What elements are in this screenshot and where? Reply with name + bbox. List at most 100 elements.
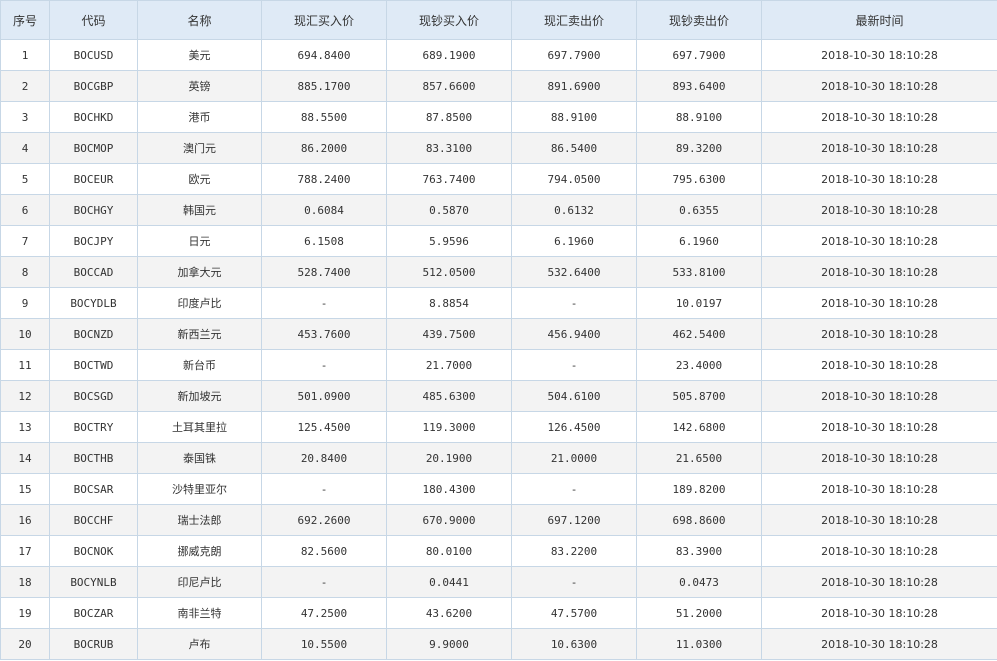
spot-sell-cell: - [511, 566, 637, 598]
table-row[interactable]: 14 BOCTHB 泰国铢 20.8400 20.1900 21.0000 21.6500 2… [0, 442, 997, 474]
name-cell[interactable]: 欧元 [137, 163, 262, 195]
table-row[interactable]: 8 BOCCAD 加拿大元 528.7400 512.0500 532.6400 533.8… [0, 256, 997, 288]
cash-sell-cell: 893.6400 [636, 70, 762, 102]
spot-sell-cell: 532.6400 [511, 256, 637, 288]
cash-sell-cell: 51.2000 [636, 597, 762, 629]
code-cell[interactable]: BOCYNLB [49, 566, 138, 598]
name-cell[interactable]: 澳门元 [137, 132, 262, 164]
name-cell[interactable]: 瑞士法郎 [137, 504, 262, 536]
code-cell[interactable]: BOCEUR [49, 163, 138, 195]
name-cell[interactable]: 南非兰特 [137, 597, 262, 629]
code-cell[interactable]: BOCZAR [49, 597, 138, 629]
column-header-spot-buy[interactable]: 现汇买入价 [261, 0, 387, 40]
spot-sell-cell: 0.6132 [511, 194, 637, 226]
name-cell[interactable]: 新台币 [137, 349, 262, 381]
cash-buy-cell: 20.1900 [386, 442, 512, 474]
table-row[interactable]: 16 BOCCHF 瑞士法郎 692.2600 670.9000 697.1200 698.… [0, 504, 997, 536]
code-cell[interactable]: BOCHKD [49, 101, 138, 133]
code-cell[interactable]: BOCCHF [49, 504, 138, 536]
table-row[interactable]: 12 BOCSGD 新加坡元 501.0900 485.6300 504.6100 505.… [0, 380, 997, 412]
code-cell[interactable]: BOCSAR [49, 473, 138, 505]
name-cell[interactable]: 美元 [137, 39, 262, 71]
index-cell: 9 [0, 287, 50, 319]
name-cell[interactable]: 新西兰元 [137, 318, 262, 350]
name-cell[interactable]: 沙特里亚尔 [137, 473, 262, 505]
table-row[interactable]: 13 BOCTRY 土耳其里拉 125.4500 119.3000 126.4500 142… [0, 411, 997, 443]
cash-sell-cell: 462.5400 [636, 318, 762, 350]
table-row[interactable]: 17 BOCNOK 挪威克朗 82.5600 80.0100 83.2200 83.3900… [0, 535, 997, 567]
name-cell[interactable]: 港币 [137, 101, 262, 133]
spot-buy-cell: - [261, 473, 387, 505]
name-cell[interactable]: 新加坡元 [137, 380, 262, 412]
index-cell: 19 [0, 597, 50, 629]
index-cell: 20 [0, 628, 50, 660]
column-header-time[interactable]: 最新时间 [761, 0, 997, 40]
name-cell[interactable]: 挪威克朗 [137, 535, 262, 567]
cash-buy-cell: 439.7500 [386, 318, 512, 350]
cash-buy-cell: 5.9596 [386, 225, 512, 257]
code-cell[interactable]: BOCJPY [49, 225, 138, 257]
table-row[interactable]: 11 BOCTWD 新台币 -21.7000-23.4000 2018-10-30 18… [0, 349, 997, 381]
table-row[interactable]: 1 BOCUSD 美元 694.8400 689.1900 697.7900 697.790… [0, 39, 997, 71]
code-cell[interactable]: BOCTRY [49, 411, 138, 443]
cash-sell-cell: 89.3200 [636, 132, 762, 164]
column-header-code[interactable]: 代码 [49, 0, 138, 40]
code-cell[interactable]: BOCHGY [49, 194, 138, 226]
table-row[interactable]: 3 BOCHKD 港币 88.5500 87.8500 88.9100 88.9100 201… [0, 101, 997, 133]
table-row[interactable]: 4 BOCMOP 澳门元 86.2000 83.3100 86.5400 89.3200 20… [0, 132, 997, 164]
table-row[interactable]: 9 BOCYDLB 印度卢比 -8.8854-10.0197 2018-10-30 18… [0, 287, 997, 319]
table-row[interactable]: 10 BOCNZD 新西兰元 453.7600 439.7500 456.9400 462.… [0, 318, 997, 350]
name-cell[interactable]: 印尼卢比 [137, 566, 262, 598]
name-cell[interactable]: 日元 [137, 225, 262, 257]
code-cell[interactable]: BOCSGD [49, 380, 138, 412]
cash-sell-cell: 83.3900 [636, 535, 762, 567]
code-cell[interactable]: BOCNOK [49, 535, 138, 567]
time-cell: 2018-10-30 18:10:28 [761, 163, 997, 195]
spot-sell-cell: 86.5400 [511, 132, 637, 164]
table-row[interactable]: 15 BOCSAR 沙特里亚尔 -180.4300-189.8200 2018-10-3… [0, 473, 997, 505]
index-cell: 5 [0, 163, 50, 195]
cash-sell-cell: 189.8200 [636, 473, 762, 505]
cash-buy-cell: 8.8854 [386, 287, 512, 319]
spot-buy-cell: 20.8400 [261, 442, 387, 474]
column-header-index[interactable]: 序号 [0, 0, 50, 40]
index-cell: 13 [0, 411, 50, 443]
table-row[interactable]: 5 BOCEUR 欧元 788.2400 763.7400 794.0500 795.630… [0, 163, 997, 195]
code-cell[interactable]: BOCMOP [49, 132, 138, 164]
table-row[interactable]: 7 BOCJPY 日元 6.1508 5.9596 6.1960 6.1960 2018-10… [0, 225, 997, 257]
table-row[interactable]: 20 BOCRUB 卢布 10.5500 9.9000 10.6300 11.0300 201… [0, 628, 997, 660]
cash-buy-cell: 857.6600 [386, 70, 512, 102]
index-cell: 15 [0, 473, 50, 505]
name-cell[interactable]: 英镑 [137, 70, 262, 102]
table-row[interactable]: 6 BOCHGY 韩国元 0.6084 0.5870 0.6132 0.6355 2018-1… [0, 194, 997, 226]
name-cell[interactable]: 印度卢比 [137, 287, 262, 319]
code-cell[interactable]: BOCTWD [49, 349, 138, 381]
spot-sell-cell: 126.4500 [511, 411, 637, 443]
column-header-spot-sell[interactable]: 现汇卖出价 [511, 0, 637, 40]
code-cell[interactable]: BOCCAD [49, 256, 138, 288]
code-cell[interactable]: BOCGBP [49, 70, 138, 102]
cash-buy-cell: 9.9000 [386, 628, 512, 660]
name-cell[interactable]: 加拿大元 [137, 256, 262, 288]
column-header-name[interactable]: 名称 [137, 0, 262, 40]
name-cell[interactable]: 土耳其里拉 [137, 411, 262, 443]
table-row[interactable]: 18 BOCYNLB 印尼卢比 -0.0441-0.0473 2018-10-30 18… [0, 566, 997, 598]
table-row[interactable]: 2 BOCGBP 英镑 885.1700 857.6600 891.6900 893.640… [0, 70, 997, 102]
name-cell[interactable]: 卢布 [137, 628, 262, 660]
name-cell[interactable]: 韩国元 [137, 194, 262, 226]
cash-sell-cell: 142.6800 [636, 411, 762, 443]
column-header-cash-buy[interactable]: 现钞买入价 [386, 0, 512, 40]
spot-sell-cell: - [511, 287, 637, 319]
cash-sell-cell: 11.0300 [636, 628, 762, 660]
code-cell[interactable]: BOCUSD [49, 39, 138, 71]
code-cell[interactable]: BOCRUB [49, 628, 138, 660]
table-row[interactable]: 19 BOCZAR 南非兰特 47.2500 43.6200 47.5700 51.2000… [0, 597, 997, 629]
spot-sell-cell: 456.9400 [511, 318, 637, 350]
code-cell[interactable]: BOCYDLB [49, 287, 138, 319]
spot-buy-cell: 453.7600 [261, 318, 387, 350]
code-cell[interactable]: BOCTHB [49, 442, 138, 474]
spot-buy-cell: - [261, 287, 387, 319]
column-header-cash-sell[interactable]: 现钞卖出价 [636, 0, 762, 40]
name-cell[interactable]: 泰国铢 [137, 442, 262, 474]
code-cell[interactable]: BOCNZD [49, 318, 138, 350]
